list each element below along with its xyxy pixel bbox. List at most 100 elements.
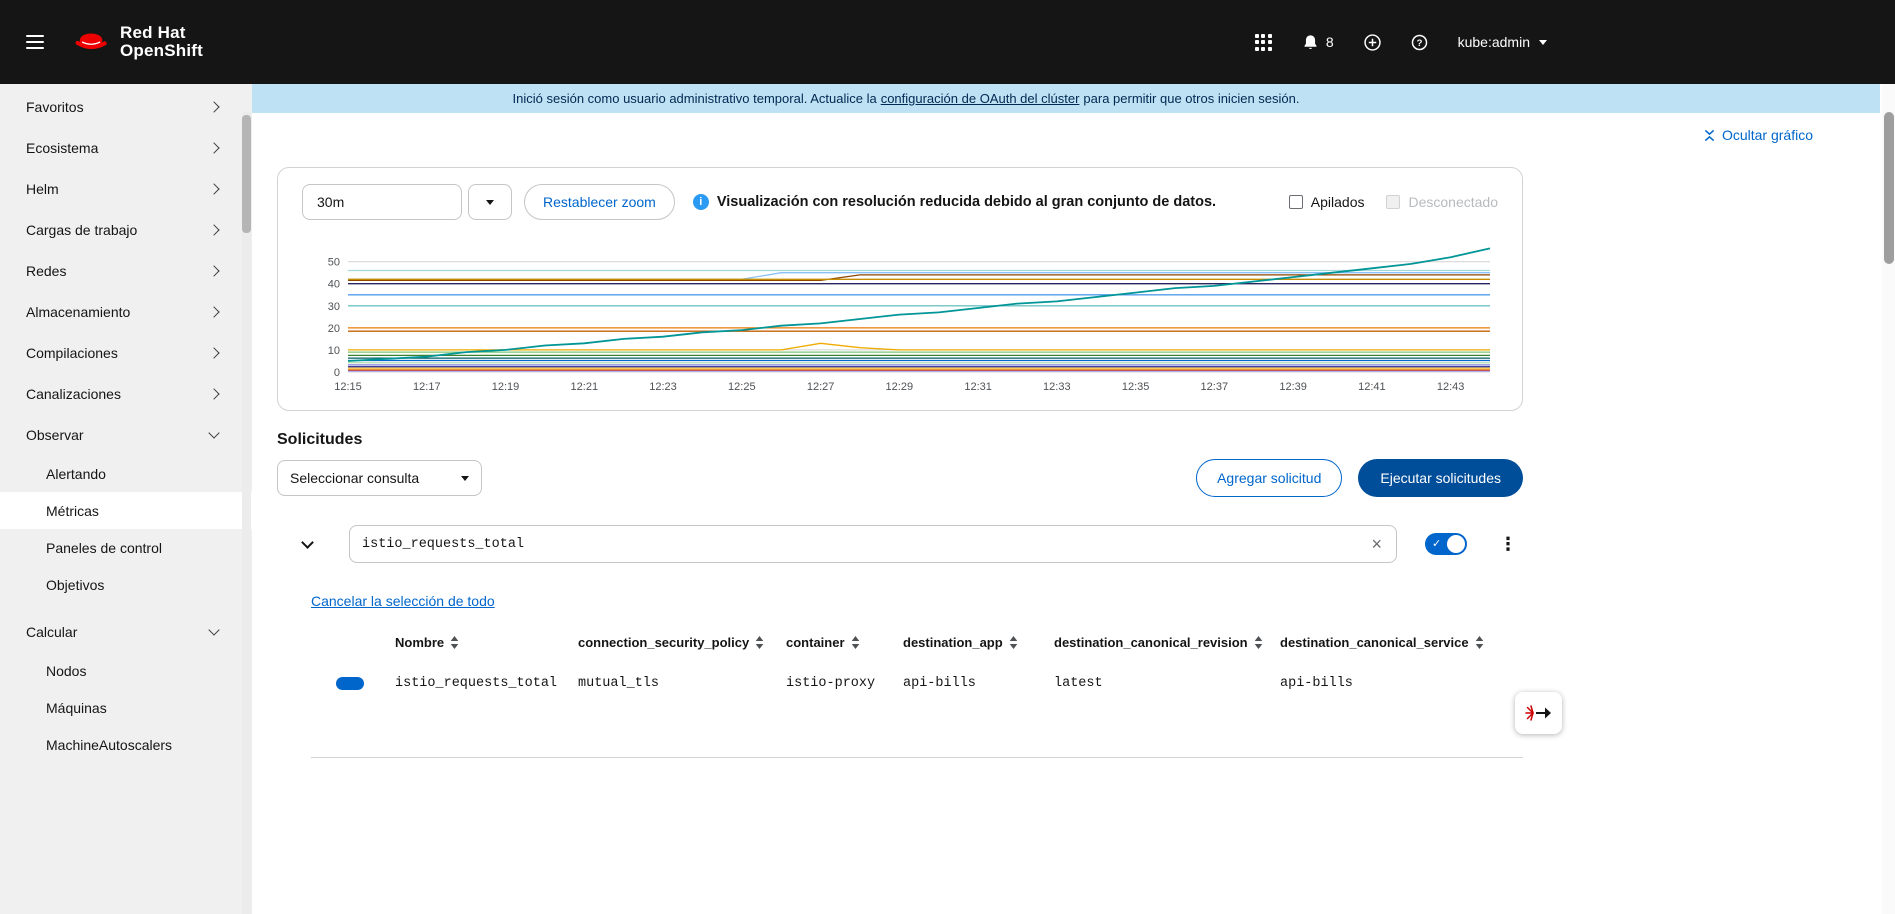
column-header[interactable]: destination_app (903, 635, 1054, 650)
column-header[interactable]: destination_canonical_service (1280, 635, 1523, 650)
svg-text:12:19: 12:19 (492, 381, 520, 393)
sidebar-item-paneles-de-control[interactable]: Paneles de control (0, 529, 252, 566)
column-header[interactable]: container (786, 635, 903, 650)
svg-text:12:31: 12:31 (964, 381, 992, 393)
graph-controls: 30m Restablecer zoom i Visualización con… (302, 184, 1498, 220)
cell-connection-security-policy: mutual_tls (578, 676, 786, 691)
hide-graph-button[interactable]: Ocultar gráfico (1703, 127, 1813, 143)
query-expand-button[interactable] (299, 542, 315, 547)
user-menu-button[interactable]: kube:admin (1458, 34, 1547, 50)
nav-label: Favoritos (26, 99, 84, 115)
help-icon: ? (1411, 34, 1428, 51)
sort-icon[interactable] (851, 636, 860, 649)
cell-destination-canonical-service: api-bills (1280, 676, 1523, 691)
sidebar-item-metricas[interactable]: Métricas (0, 492, 252, 529)
cell-nombre: istio_requests_total (395, 676, 578, 691)
sidebar-item-helm[interactable]: Helm (0, 168, 252, 209)
sidebar-item-calcular[interactable]: Calcular (0, 611, 252, 652)
sort-icon[interactable] (755, 636, 764, 649)
nav-label: Redes (26, 263, 66, 279)
import-button[interactable] (1364, 34, 1381, 51)
run-queries-button[interactable]: Ejecutar solicitudes (1358, 459, 1523, 497)
nav-toggle-button[interactable] (18, 23, 52, 60)
nav-label: Cargas de trabajo (26, 222, 137, 238)
svg-text:12:25: 12:25 (728, 381, 756, 393)
sidebar-item-ecosistema[interactable]: Ecosistema (0, 127, 252, 168)
sort-icon[interactable] (450, 636, 459, 649)
query-row: × ✓ ⋮ (277, 525, 1523, 563)
main-scrollbar-thumb[interactable] (1884, 112, 1894, 264)
banner-text-before: Inició sesión como usuario administrativ… (513, 91, 877, 106)
chevron-right-icon (208, 265, 219, 276)
oauth-config-link[interactable]: configuración de OAuth del clúster (881, 91, 1080, 106)
sort-icon[interactable] (1475, 636, 1484, 649)
sidebar-item-almacenamiento[interactable]: Almacenamiento (0, 291, 252, 332)
svg-text:12:37: 12:37 (1201, 381, 1229, 393)
sidebar-scrollbar[interactable] (242, 112, 251, 914)
nav-label: Compilaciones (26, 345, 118, 361)
select-query-dropdown[interactable]: Seleccionar consulta (277, 460, 482, 496)
sort-icon[interactable] (1254, 636, 1263, 649)
caret-down-icon (461, 476, 469, 481)
time-range-value: 30m (317, 194, 344, 210)
help-button[interactable]: ? (1411, 34, 1428, 51)
svg-text:30: 30 (328, 301, 340, 313)
brand-line2: OpenShift (120, 42, 203, 60)
caret-down-icon (486, 200, 494, 205)
reset-zoom-button[interactable]: Restablecer zoom (524, 184, 675, 220)
column-header[interactable]: connection_security_policy (578, 635, 786, 650)
sidebar-item-maquinas[interactable]: Máquinas (0, 689, 252, 726)
cell-destination-app: api-bills (903, 676, 1054, 691)
sidebar-scrollbar-thumb[interactable] (242, 115, 251, 233)
column-header[interactable]: Nombre (395, 635, 578, 650)
svg-text:20: 20 (328, 323, 340, 335)
app-launcher-button[interactable] (1255, 34, 1272, 51)
graph-card: 30m Restablecer zoom i Visualización con… (277, 167, 1523, 411)
stacked-label: Apilados (1311, 194, 1365, 210)
compress-icon (1703, 129, 1716, 142)
sidebar-item-machineautoscalers[interactable]: MachineAutoscalers (0, 726, 252, 763)
cell-container: istio-proxy (786, 676, 903, 691)
table-row: istio_requests_total mutual_tls istio-pr… (311, 657, 1523, 709)
deselect-all-link[interactable]: Cancelar la selección de todo (311, 593, 495, 609)
series-color-swatch[interactable] (336, 677, 364, 690)
main-scrollbar[interactable] (1882, 84, 1895, 914)
sidebar-item-observar[interactable]: Observar (0, 414, 252, 455)
clear-query-icon[interactable]: × (1369, 535, 1384, 553)
redhat-hat-icon (74, 29, 110, 55)
query-enabled-toggle[interactable]: ✓ (1425, 533, 1467, 555)
svg-text:?: ? (1416, 37, 1422, 48)
username: kube:admin (1458, 34, 1530, 50)
sort-icon[interactable] (1009, 636, 1018, 649)
add-query-button[interactable]: Agregar solicitud (1196, 459, 1342, 497)
overlay-arrow-icon (1525, 703, 1552, 723)
sidebar-item-alertando[interactable]: Alertando (0, 455, 252, 492)
sidebar-item-cargas-de-trabajo[interactable]: Cargas de trabajo (0, 209, 252, 250)
metrics-line-chart[interactable]: 0102030405012:1512:1712:1912:2112:2312:2… (302, 234, 1498, 402)
sidebar-item-compilaciones[interactable]: Compilaciones (0, 332, 252, 373)
query-kebab-menu[interactable]: ⋮ (1493, 531, 1523, 557)
app-grid-icon (1255, 34, 1272, 51)
overlay-widget[interactable] (1515, 692, 1562, 734)
time-range-select[interactable]: 30m (302, 184, 462, 220)
sidebar-item-redes[interactable]: Redes (0, 250, 252, 291)
sidebar-nav: Favoritos Ecosistema Helm Cargas de trab… (0, 84, 252, 914)
sidebar-item-canalizaciones[interactable]: Canalizaciones (0, 373, 252, 414)
stacked-checkbox[interactable] (1289, 195, 1303, 209)
chevron-right-icon (208, 347, 219, 358)
login-banner: Inició sesión como usuario administrativ… (252, 84, 1880, 113)
sidebar-item-nodos[interactable]: Nodos (0, 652, 252, 689)
nav-label: Observar (26, 427, 84, 443)
column-header[interactable]: destination_canonical_revision (1054, 635, 1280, 650)
sidebar-item-objetivos[interactable]: Objetivos (0, 566, 252, 603)
sidebar-item-favoritos[interactable]: Favoritos (0, 86, 252, 127)
time-range-caret-button[interactable] (468, 184, 512, 220)
disconnected-checkbox (1386, 195, 1400, 209)
svg-text:12:15: 12:15 (334, 381, 362, 393)
chevron-down-icon (208, 427, 219, 438)
query-expression-input[interactable] (362, 537, 1369, 552)
notifications-button[interactable]: 8 (1302, 34, 1334, 51)
chevron-right-icon (208, 224, 219, 235)
svg-text:12:29: 12:29 (886, 381, 914, 393)
series-table: Nombre connection_security_policy contai… (311, 627, 1523, 758)
